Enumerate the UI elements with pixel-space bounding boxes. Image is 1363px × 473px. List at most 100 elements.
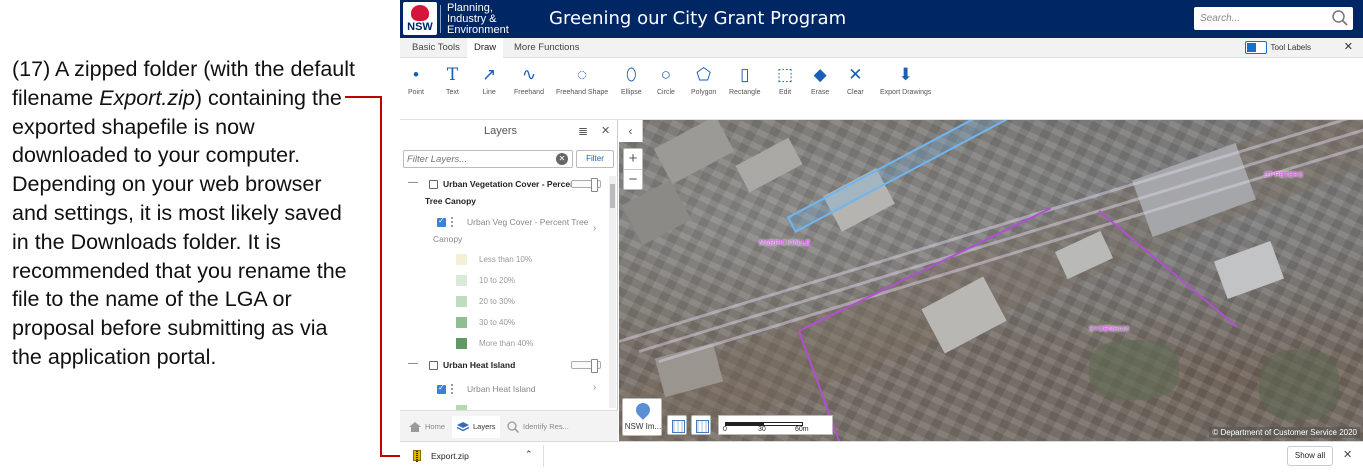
- zoom-control: + −: [623, 148, 643, 190]
- tool-text[interactable]: T Text: [446, 64, 459, 96]
- legend-label: 30 to 40%: [479, 318, 516, 327]
- layers-icon: [456, 422, 470, 432]
- layers-menu-icon[interactable]: ≣: [578, 124, 588, 138]
- panel-tabs: Home Layers Identify Res...: [400, 410, 618, 441]
- chevron-right-icon[interactable]: ›: [593, 382, 596, 393]
- layer-group-label-cont: Tree Canopy: [425, 196, 477, 206]
- download-filename[interactable]: Export.zip: [431, 451, 469, 461]
- selected-drawing-shape[interactable]: [786, 120, 1016, 233]
- building: [1213, 240, 1285, 300]
- building: [1132, 142, 1256, 238]
- tool-ellipse[interactable]: ⬯ Ellipse: [621, 64, 642, 96]
- filter-layers-input[interactable]: [407, 152, 552, 166]
- tab-draw[interactable]: Draw: [467, 38, 504, 58]
- legend-label: More than 40%: [479, 339, 534, 348]
- default-filename: Export.zip: [99, 85, 195, 110]
- filter-button[interactable]: Filter: [576, 150, 614, 168]
- zoom-in-button[interactable]: +: [624, 149, 642, 169]
- tool-point[interactable]: • Point: [408, 64, 424, 96]
- tab-more-functions[interactable]: More Functions: [507, 38, 586, 58]
- legend-swatch: [456, 296, 467, 307]
- layer-group-label: Urban Vegetation Cover - Percent: [443, 179, 579, 189]
- erase-icon: ◆: [813, 65, 827, 84]
- layers-scrollbar[interactable]: [609, 176, 616, 408]
- sublayer-checkbox[interactable]: [437, 383, 446, 394]
- grid-tool-button[interactable]: [667, 415, 687, 435]
- collapse-icon[interactable]: —: [408, 177, 418, 188]
- identify-icon: [507, 421, 520, 434]
- tool-erase[interactable]: ◆ Erase: [811, 64, 829, 96]
- rectangle-icon: ▯: [740, 65, 750, 84]
- layer-type-icon: [451, 384, 460, 394]
- sublayer-label: Urban Heat Island: [467, 384, 536, 394]
- suburb-label: ST PETERS: [1264, 172, 1303, 179]
- app-header: NSW Planning, Industry & Environment Gre…: [400, 0, 1363, 38]
- tool-clear[interactable]: ✕ Clear: [847, 64, 864, 96]
- measure-tool-button[interactable]: [691, 415, 711, 435]
- app-window: NSW Planning, Industry & Environment Gre…: [400, 0, 1363, 441]
- collapse-panel-icon[interactable]: ‹: [619, 120, 643, 142]
- freehand-shape-icon: ◌: [577, 65, 588, 84]
- panel-tab-identify[interactable]: Identify Res...: [506, 416, 569, 438]
- panel-tab-layers[interactable]: Layers: [452, 416, 500, 438]
- department-name: Planning, Industry & Environment: [447, 2, 509, 36]
- tool-edit[interactable]: ⬚ Edit: [777, 64, 793, 96]
- layer-checkbox[interactable]: [429, 180, 438, 189]
- search-input[interactable]: [1200, 10, 1325, 27]
- legend-label: 10 to 20%: [479, 276, 516, 285]
- line-icon: ↗: [482, 65, 497, 84]
- close-download-bar-icon[interactable]: ✕: [1343, 448, 1352, 461]
- app-title: Greening our City Grant Program: [549, 8, 847, 29]
- layers-close-icon[interactable]: ✕: [601, 124, 610, 137]
- tool-export-drawings[interactable]: ⬇ Export Drawings: [880, 64, 931, 96]
- tool-freehand[interactable]: ∿ Freehand: [514, 64, 544, 96]
- clear-icon: ✕: [848, 65, 863, 84]
- export-drawings-icon: ⬇: [898, 65, 913, 84]
- tool-line[interactable]: ↗ Line: [482, 64, 496, 96]
- tool-labels-label: Tool Labels: [1270, 43, 1311, 52]
- draw-toolbar: • Point T Text ↗ Line ∿ Freehand ◌ Freehand S…: [400, 58, 1363, 120]
- map-view[interactable]: MARRICKVILLE ST PETERS SYDENHAM ‹ + − NS…: [619, 120, 1363, 441]
- map-copyright: © Department of Customer Service 2020: [1209, 427, 1360, 438]
- tool-labels-toggle[interactable]: [1245, 41, 1267, 54]
- waratah-icon: [411, 5, 429, 21]
- legend-swatch: [456, 275, 467, 286]
- tree-cluster: [1259, 350, 1339, 420]
- tool-rectangle[interactable]: ▯ Rectangle: [729, 64, 761, 96]
- tab-basic-tools[interactable]: Basic Tools: [405, 38, 467, 58]
- chevron-right-icon[interactable]: ›: [593, 223, 596, 234]
- sublayer-checkbox[interactable]: [437, 216, 446, 227]
- clear-filter-icon[interactable]: ✕: [556, 153, 568, 165]
- zoom-out-button[interactable]: −: [624, 169, 642, 189]
- building: [921, 276, 1007, 354]
- opacity-slider[interactable]: [571, 178, 601, 192]
- close-ribbon-icon[interactable]: ✕: [1344, 40, 1353, 53]
- search-box[interactable]: [1194, 7, 1353, 30]
- callout-line-vertical: [380, 96, 382, 456]
- header-divider: [440, 5, 441, 33]
- scroll-thumb[interactable]: [610, 184, 615, 208]
- show-all-button[interactable]: Show all: [1287, 446, 1333, 466]
- search-icon[interactable]: [1331, 9, 1349, 27]
- chevron-up-icon[interactable]: ⌃: [525, 449, 533, 460]
- tool-polygon[interactable]: ⬠ Polygon: [691, 64, 716, 96]
- polygon-icon: ⬠: [696, 65, 712, 84]
- basemap-button[interactable]: NSW Im...: [622, 398, 662, 436]
- ribbon-tabs: Basic Tools Draw More Functions Tool Lab…: [400, 38, 1363, 58]
- layers-header: Layers ≣ ✕: [400, 120, 618, 142]
- download-divider: [543, 445, 544, 467]
- home-icon: [409, 422, 421, 433]
- layer-checkbox[interactable]: [429, 361, 438, 370]
- legend-label: Less than 10%: [479, 255, 532, 264]
- filter-layers-box[interactable]: ✕: [403, 150, 573, 168]
- tool-freehand-shape[interactable]: ◌ Freehand Shape: [556, 64, 608, 96]
- layer-type-icon: [451, 217, 460, 227]
- tool-circle[interactable]: ○ Circle: [657, 64, 675, 96]
- panel-tab-home[interactable]: Home: [408, 416, 445, 438]
- layer-list: — Urban Vegetation Cover - Percent Tree …: [400, 172, 608, 410]
- collapse-icon[interactable]: —: [408, 358, 418, 369]
- opacity-slider[interactable]: [571, 359, 601, 373]
- layers-panel: Layers ≣ ✕ ✕ Filter — Urban Vegetation C…: [400, 120, 618, 441]
- legend-swatch: [456, 338, 467, 349]
- legend-swatch: [456, 254, 467, 265]
